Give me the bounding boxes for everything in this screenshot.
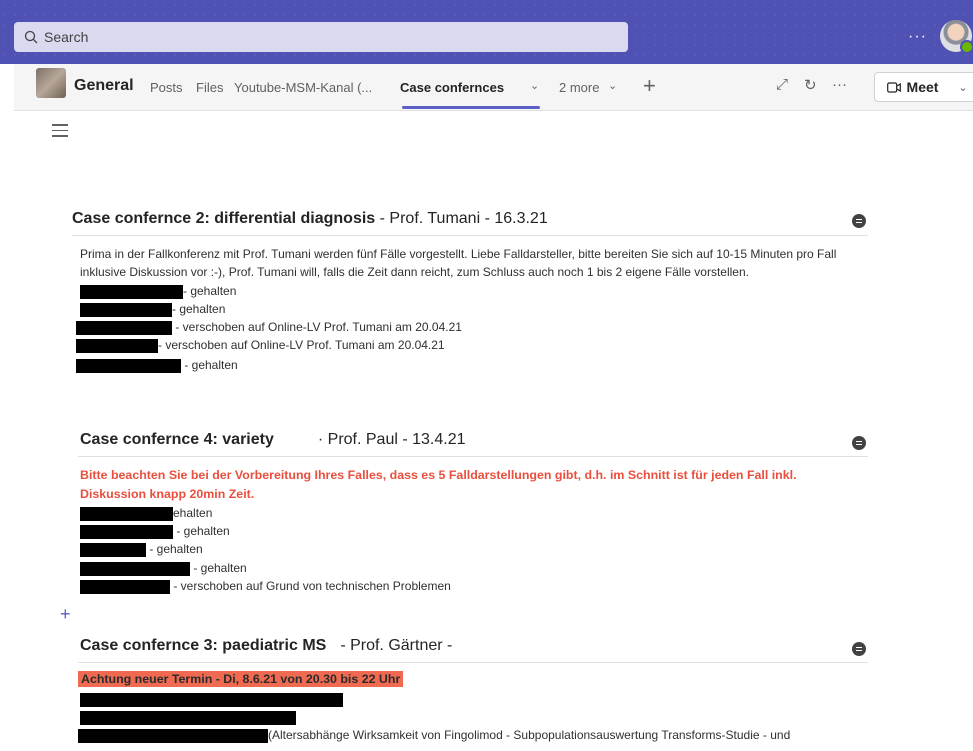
list-item: - verschoben auf Online-LV Prof. Tumani …: [76, 336, 445, 354]
list-item: - verschoben auf Online-LV Prof. Tumani …: [76, 318, 462, 336]
section-title-sub: - Prof. Gärtner -: [340, 637, 453, 654]
expand-icon[interactable]: ⤢: [776, 76, 788, 93]
section-title-main: Case confernce 4: variety: [80, 431, 274, 448]
add-tab-icon[interactable]: +: [643, 73, 656, 99]
divider: [78, 456, 868, 457]
refresh-icon[interactable]: ↻: [804, 76, 817, 94]
active-tab-indicator: [402, 106, 540, 109]
divider: [72, 235, 868, 236]
comment-icon[interactable]: [852, 214, 866, 228]
list-item: (Altersabhänge Wirksamkeit von Fingolimo…: [78, 726, 790, 744]
tab-files[interactable]: Files: [196, 80, 223, 95]
search-input[interactable]: Search: [14, 22, 628, 52]
list-item: [80, 690, 343, 708]
section-title: Case confernce 3: paediatric MS - Prof. G…: [80, 637, 452, 655]
section-title-sub: · Prof. Paul - 13.4.21: [317, 431, 466, 448]
section-title: Case confernce 4: variety · Prof. Paul - …: [80, 431, 466, 449]
tab-case-confernces[interactable]: Case confernces: [400, 80, 504, 95]
list-item: - gehalten: [80, 300, 225, 318]
list-item: - gehalten: [80, 540, 203, 558]
section-title-sub: - Prof. Tumani - 16.3.21: [375, 210, 548, 227]
list-item: ehalten: [80, 504, 212, 522]
notice-text: Bitte beachten Sie bei der Vorbereitung …: [80, 468, 797, 501]
comment-icon[interactable]: [852, 642, 866, 656]
search-icon: [24, 30, 38, 44]
video-camera-icon: [886, 81, 901, 93]
section-title: Case confernce 2: differential diagnosis…: [72, 210, 548, 228]
tab-posts[interactable]: Posts: [150, 80, 183, 95]
meet-button[interactable]: Meet: [874, 72, 951, 102]
chevron-down-icon[interactable]: ⌄: [608, 79, 617, 92]
list-item: - gehalten: [80, 522, 230, 540]
comment-icon[interactable]: [852, 436, 866, 450]
list-item: - gehalten: [76, 356, 238, 374]
meet-dropdown-icon[interactable]: ⌄: [950, 72, 973, 102]
list-item: - gehalten: [80, 559, 247, 577]
list-item: - gehalten: [80, 282, 236, 300]
tab-youtube[interactable]: Youtube-MSM-Kanal (...: [234, 80, 372, 95]
section-title-main: Case confernce 3: paediatric MS: [80, 637, 327, 654]
more-options-icon[interactable]: ···: [908, 28, 927, 46]
search-placeholder: Search: [44, 29, 89, 45]
add-section-icon[interactable]: +: [60, 604, 71, 625]
list-item: - verschoben auf Grund von technischen P…: [80, 577, 451, 595]
presence-available-icon: [960, 40, 973, 54]
more-icon[interactable]: ···: [832, 76, 847, 93]
section-intro: Prima in der Fallkonferenz mit Prof. Tum…: [80, 247, 837, 279]
divider: [78, 662, 868, 663]
list-item: [80, 708, 296, 726]
highlight-notice: Achtung neuer Termin - Di, 8.6.21 von 20…: [78, 671, 404, 687]
team-avatar[interactable]: [36, 68, 66, 98]
meet-label: Meet: [906, 79, 939, 95]
title-bar: Search ···: [0, 0, 973, 64]
menu-icon[interactable]: [52, 124, 68, 141]
section-title-main: Case confernce 2: differential diagnosis: [72, 210, 376, 227]
chevron-down-icon[interactable]: ⌄: [530, 79, 539, 92]
channel-name: General: [74, 77, 134, 94]
avatar[interactable]: [940, 20, 973, 54]
tab-more[interactable]: 2 more: [559, 80, 599, 95]
channel-header: General Posts Files Youtube-MSM-Kanal (.…: [14, 64, 973, 111]
